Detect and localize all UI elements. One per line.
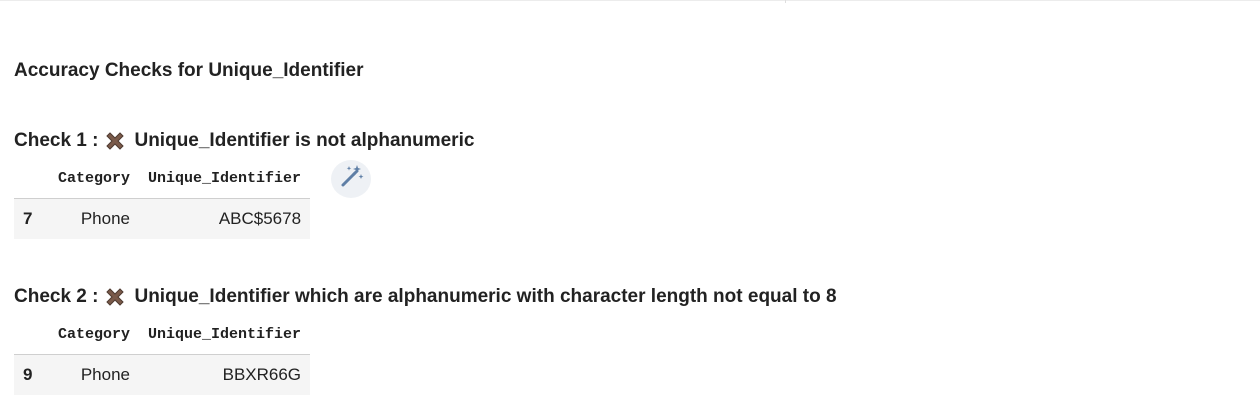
magic-wand-icon <box>337 163 365 196</box>
check-2-title: Check 2 : Unique_Identifier which are al… <box>14 286 837 308</box>
check-1-prefix: Check 1 : <box>14 130 99 151</box>
table-row: 9 Phone BBXR66G <box>14 354 311 395</box>
cross-mark-icon <box>104 130 126 152</box>
table-header-row: Category Unique_Identifier <box>14 314 311 355</box>
cross-mark-icon <box>104 286 126 308</box>
check-2-prefix: Check 2 : <box>14 286 99 307</box>
column-header-category: Category <box>49 158 140 199</box>
index-header <box>14 314 49 355</box>
index-header <box>14 158 49 199</box>
magic-wand-button[interactable] <box>331 160 371 198</box>
table-row: 7 Phone ABC$5678 <box>14 198 311 239</box>
unique-identifier-cell: BBXR66G <box>139 354 311 395</box>
column-header-unique-identifier: Unique_Identifier <box>139 158 311 199</box>
category-cell: Phone <box>49 354 140 395</box>
check-1-title: Check 1 : Unique_Identifier is not alpha… <box>14 130 474 152</box>
cell-separator-tick <box>785 0 786 3</box>
check-1-description: Unique_Identifier is not alphanumeric <box>134 130 475 151</box>
check-2-table: Category Unique_Identifier 9 Phone BBXR6… <box>14 314 311 395</box>
column-header-unique-identifier: Unique_Identifier <box>139 314 311 355</box>
row-index: 9 <box>14 354 49 395</box>
table-header-row: Category Unique_Identifier <box>14 158 311 199</box>
unique-identifier-cell: ABC$5678 <box>139 198 311 239</box>
cell-separator-line <box>0 0 1260 1</box>
row-index: 7 <box>14 198 49 239</box>
column-header-category: Category <box>49 314 140 355</box>
page-heading: Accuracy Checks for Unique_Identifier <box>14 60 364 81</box>
category-cell: Phone <box>49 198 140 239</box>
check-1-table: Category Unique_Identifier 7 Phone ABC$5… <box>14 158 311 239</box>
check-2-description: Unique_Identifier which are alphanumeric… <box>134 286 837 307</box>
